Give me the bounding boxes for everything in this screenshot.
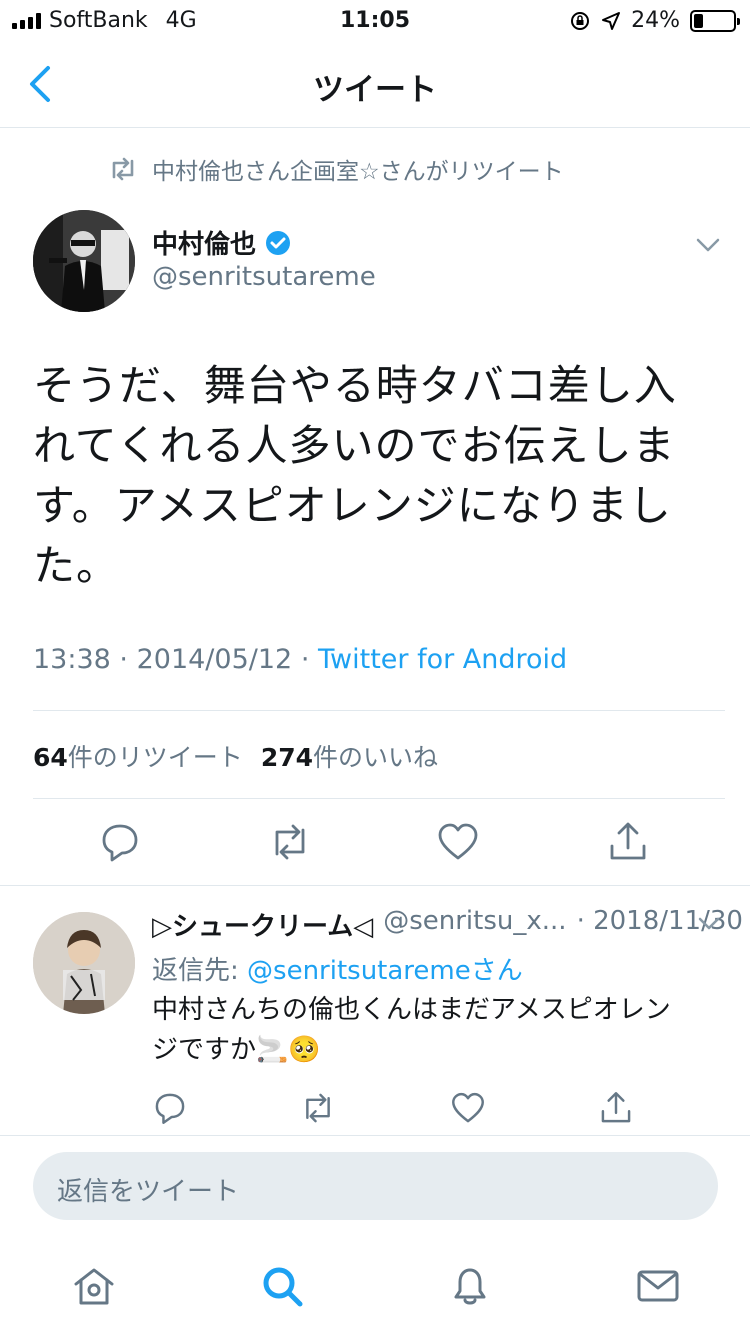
tweet-source-link[interactable]: Twitter for Android xyxy=(318,644,567,675)
meta-separator: · xyxy=(300,644,310,675)
author-avatar[interactable] xyxy=(33,210,135,312)
retweet-icon xyxy=(275,824,305,860)
tweet-text-line: た。 xyxy=(33,541,120,590)
share-button[interactable] xyxy=(606,820,650,864)
search-icon xyxy=(263,1267,303,1307)
status-right: 24% xyxy=(569,8,740,33)
home-icon xyxy=(74,1268,114,1305)
like-button[interactable] xyxy=(436,820,480,864)
reply-reply-button[interactable] xyxy=(152,1090,188,1126)
tweet-text: そうだ、舞台やる時タバコ差し入 れてくれる人多いのでお伝えしま す。アメスピオレ… xyxy=(33,356,723,596)
likes-stat[interactable]: 274件のいいね xyxy=(261,738,438,774)
author-name[interactable]: 中村倫也 xyxy=(152,224,292,261)
reply-to-suffix: さん xyxy=(470,956,523,986)
reply-avatar-image xyxy=(33,912,135,1014)
author-name-text: 中村倫也 xyxy=(152,230,257,260)
status-bar: SoftBank 4G 11:05 24% xyxy=(0,0,750,40)
reply-actions xyxy=(0,1090,750,1126)
battery-percent: 24% xyxy=(631,8,680,33)
author-handle[interactable]: @senritsutareme xyxy=(152,262,376,292)
bell-icon xyxy=(454,1268,486,1305)
retweet-context-label: 中村倫也さん企画室☆さんがリツイート xyxy=(152,159,564,185)
tab-bar xyxy=(0,1250,750,1334)
reply-header: ▷シュークリーム◁ @senritsu_x... · 2018/11/30 xyxy=(152,906,743,943)
battery-fill xyxy=(694,13,704,28)
tweet-date: 2014/05/12 xyxy=(136,644,293,675)
reply-icon xyxy=(155,1093,185,1124)
reply-text: 中村さんちの倫也くんはまだアメスピオレン ジですか🚬🥺 xyxy=(152,990,727,1070)
tweet-meta: 13:38 · 2014/05/12 · Twitter for Android xyxy=(33,644,567,675)
section-divider xyxy=(0,1135,750,1136)
tweet-menu-button[interactable] xyxy=(690,232,726,260)
tab-messages[interactable] xyxy=(634,1262,682,1310)
tweet-text-line: す。アメスピオレンジになりまし xyxy=(33,481,672,530)
tweet-actions xyxy=(0,820,750,866)
divider xyxy=(33,798,725,799)
verified-badge-icon xyxy=(266,230,291,255)
reply-button[interactable] xyxy=(98,820,142,864)
battery-icon xyxy=(690,9,740,32)
retweet-button[interactable] xyxy=(268,820,312,864)
reply-author-name[interactable]: ▷シュークリーム◁ xyxy=(152,906,373,943)
share-icon xyxy=(610,822,646,860)
location-icon xyxy=(602,11,621,30)
nav-bar: ツイート xyxy=(0,40,750,128)
likes-count: 274 xyxy=(260,743,313,772)
retweet-context[interactable]: 中村倫也さん企画室☆さんがリツイート xyxy=(108,152,564,186)
share-icon xyxy=(601,1092,631,1123)
chevron-down-icon xyxy=(696,238,720,252)
tweet-time: 13:38 xyxy=(33,644,111,675)
likes-label: 件のいいね xyxy=(313,743,439,772)
tab-search[interactable] xyxy=(258,1262,306,1310)
heart-icon xyxy=(438,823,478,860)
reply-text-line: 中村さんちの倫也くんはまだアメスピオレン xyxy=(152,995,671,1025)
retweet-icon xyxy=(112,157,134,181)
meta-separator: · xyxy=(119,644,128,675)
section-divider xyxy=(0,885,750,886)
reply-to-label: 返信先: xyxy=(152,956,248,986)
page-title: ツイート xyxy=(313,72,437,108)
reply-menu-button[interactable] xyxy=(694,912,724,936)
reply-author-handle[interactable]: @senritsu_x... xyxy=(383,906,566,943)
reply-icon xyxy=(102,824,138,862)
mail-icon xyxy=(637,1270,679,1302)
reply-avatar[interactable] xyxy=(33,912,135,1014)
divider xyxy=(33,710,725,711)
avatar-image xyxy=(33,210,135,312)
tab-home[interactable] xyxy=(70,1262,118,1310)
retweets-label: 件のリツイート xyxy=(67,743,243,772)
retweets-count: 64 xyxy=(33,743,68,772)
reply-like-button[interactable] xyxy=(450,1090,486,1126)
heart-icon xyxy=(452,1092,484,1123)
reply-to-mention[interactable]: @senritsutareme xyxy=(247,956,471,986)
reply-to: 返信先: @senritsutaremeさん xyxy=(152,950,523,987)
tab-notifications[interactable] xyxy=(446,1262,494,1310)
reply-retweet-button[interactable] xyxy=(300,1090,336,1126)
reply-text-line: ジですか🚬🥺 xyxy=(152,1035,321,1065)
reply-compose-input[interactable]: 返信をツイート xyxy=(33,1152,718,1220)
orientation-lock-icon xyxy=(571,11,590,30)
tweet-text-line: そうだ、舞台やる時タバコ差し入 xyxy=(33,361,677,410)
tweet-text-line: れてくれる人多いのでお伝えしま xyxy=(33,421,676,470)
retweets-stat[interactable]: 64件のリツイート xyxy=(33,738,243,774)
tweet-stats: 64件のリツイート 274件のいいね xyxy=(33,738,438,774)
chevron-down-icon xyxy=(698,917,720,930)
reply-share-button[interactable] xyxy=(598,1090,634,1126)
retweet-icon xyxy=(306,1093,330,1123)
